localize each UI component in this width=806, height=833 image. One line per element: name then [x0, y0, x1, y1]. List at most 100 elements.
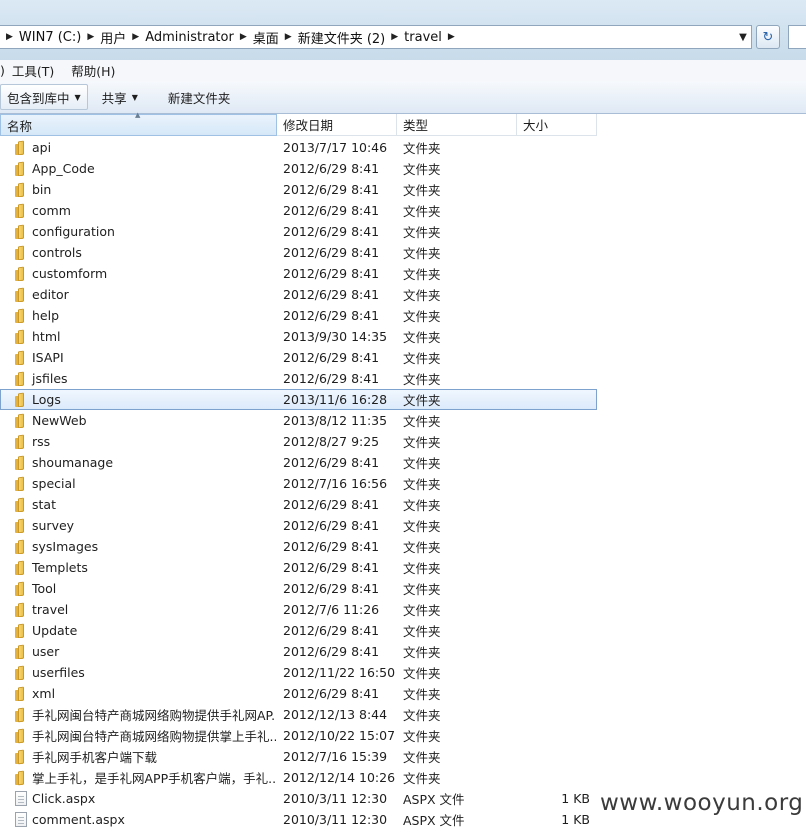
file-name-cell: jsfiles [14, 371, 276, 386]
file-name: xml [32, 686, 56, 701]
file-type: 文件夹 [403, 351, 441, 366]
breadcrumb-item[interactable]: ▶ 桌面 [234, 26, 279, 48]
new-folder-button[interactable]: 新建文件夹 [162, 84, 237, 110]
file-name: 手礼网闽台特产商城网络购物提供手礼网AP... [32, 708, 276, 723]
file-date: 2012/12/13 8:44 [283, 707, 388, 722]
file-row[interactable]: special 2012/7/16 16:56 文件夹 [0, 473, 806, 494]
breadcrumb-item[interactable]: ▶ 新建文件夹 (2) [279, 26, 385, 48]
file-row[interactable]: Logs 2013/11/6 16:28 文件夹 [0, 389, 597, 410]
file-name-cell: survey [14, 518, 276, 533]
breadcrumb-arrow-icon[interactable]: ▶ [234, 32, 253, 42]
file-row[interactable]: 手礼网手机客户端下载 2012/7/16 15:39 文件夹 [0, 746, 806, 767]
file-name: 手礼网手机客户端下载 [32, 750, 158, 765]
include-in-library-label: 包含到库中 [7, 90, 70, 106]
file-name: configuration [32, 224, 115, 239]
file-row[interactable]: jsfiles 2012/6/29 8:41 文件夹 [0, 368, 806, 389]
menu-help[interactable]: 帮助(H) [71, 61, 115, 80]
column-name[interactable]: ▲ 名称 [0, 111, 277, 136]
include-in-library-button[interactable]: 包含到库中 ▼ [0, 84, 88, 110]
file-date: 2013/7/17 10:46 [283, 140, 388, 155]
file-row[interactable]: 手礼网闽台特产商城网络购物提供掌上手礼... 2012/10/22 15:07 文件… [0, 725, 806, 746]
column-date[interactable]: 修改日期 [277, 114, 397, 136]
file-row[interactable]: NewWeb 2013/8/12 11:35 文件夹 [0, 410, 806, 431]
file-row[interactable]: App_Code 2012/6/29 8:41 文件夹 [0, 158, 806, 179]
file-row[interactable]: 手礼网闽台特产商城网络购物提供手礼网AP... 2012/12/13 8:44 文件… [0, 704, 806, 725]
file-row[interactable]: sysImages 2012/6/29 8:41 文件夹 [0, 536, 806, 557]
file-row[interactable]: customform 2012/6/29 8:41 文件夹 [0, 263, 806, 284]
file-date: 2013/8/12 11:35 [283, 413, 388, 428]
file-date: 2012/6/29 8:41 [283, 203, 380, 218]
column-type[interactable]: 类型 [397, 114, 517, 136]
folder-icon [14, 393, 28, 407]
file-row[interactable]: Update 2012/6/29 8:41 文件夹 [0, 620, 806, 641]
breadcrumb-label: 新建文件夹 (2) [297, 31, 386, 47]
share-button[interactable]: 共享 ▼ [96, 84, 144, 110]
file-type: ASPX 文件 [403, 813, 465, 828]
file-type: 文件夹 [403, 204, 441, 219]
breadcrumb-arrow-icon[interactable]: ▶ [442, 32, 461, 42]
breadcrumb-arrow-icon[interactable]: ▶ [126, 32, 145, 42]
file-name: shoumanage [32, 455, 114, 470]
breadcrumb-arrow-icon[interactable]: ▶ [385, 32, 404, 42]
file-type: 文件夹 [403, 372, 441, 387]
file-date: 2012/8/27 9:25 [283, 434, 380, 449]
file-name: userfiles [32, 665, 85, 680]
column-size[interactable]: 大小 [517, 114, 597, 136]
share-label: 共享 [101, 90, 127, 106]
file-row[interactable]: comm 2012/6/29 8:41 文件夹 [0, 200, 806, 221]
file-date: 2012/6/29 8:41 [283, 371, 380, 386]
search-input[interactable] [788, 25, 806, 49]
file-name-cell: help [14, 308, 276, 323]
breadcrumb-arrow-icon[interactable]: ▶ [81, 32, 100, 42]
refresh-icon[interactable]: ↻ [756, 25, 780, 49]
folder-icon [14, 246, 28, 260]
file-row[interactable]: stat 2012/6/29 8:41 文件夹 [0, 494, 806, 515]
file-name: customform [32, 266, 108, 281]
file-name-cell: user [14, 644, 276, 659]
file-row[interactable]: api 2013/7/17 10:46 文件夹 [0, 137, 806, 158]
breadcrumb-item[interactable]: ▶ Administrator [126, 26, 234, 48]
file-name-cell: Logs [14, 392, 276, 407]
file-row[interactable]: Tool 2012/6/29 8:41 文件夹 [0, 578, 806, 599]
folder-icon [14, 603, 28, 617]
breadcrumb-item[interactable]: ▶ WIN7 (C:) [0, 26, 81, 48]
folder-icon [14, 330, 28, 344]
file-type: 文件夹 [403, 246, 441, 261]
breadcrumb-arrow-icon[interactable]: ▶ [0, 32, 19, 42]
file-row[interactable]: bin 2012/6/29 8:41 文件夹 [0, 179, 806, 200]
file-date: 2012/6/29 8:41 [283, 266, 380, 281]
file-name-cell: Update [14, 623, 276, 638]
file-row[interactable]: survey 2012/6/29 8:41 文件夹 [0, 515, 806, 536]
file-row[interactable]: ISAPI 2012/6/29 8:41 文件夹 [0, 347, 806, 368]
menu-partial[interactable]: ) [0, 63, 5, 78]
file-row[interactable]: 掌上手礼，是手礼网APP手机客户端，手礼... 2012/12/14 10:26 文… [0, 767, 806, 788]
breadcrumb-item[interactable]: ▶ 用户 [81, 26, 126, 48]
file-date: 2012/6/29 8:41 [283, 623, 380, 638]
folder-icon [14, 309, 28, 323]
file-row[interactable]: editor 2012/6/29 8:41 文件夹 [0, 284, 806, 305]
file-row[interactable]: rss 2012/8/27 9:25 文件夹 [0, 431, 806, 452]
file-name: user [32, 644, 60, 659]
breadcrumb-label: WIN7 (C:) [18, 29, 82, 45]
file-name-cell: travel [14, 602, 276, 617]
file-row[interactable]: user 2012/6/29 8:41 文件夹 [0, 641, 806, 662]
file-row[interactable]: html 2013/9/30 14:35 文件夹 [0, 326, 806, 347]
file-row[interactable]: travel 2012/7/6 11:26 文件夹 [0, 599, 806, 620]
file-name: jsfiles [32, 371, 68, 386]
breadcrumb-item[interactable]: ▶ travel [385, 26, 442, 48]
file-date: 2012/10/22 15:07 [283, 728, 396, 743]
file-row[interactable]: controls 2012/6/29 8:41 文件夹 [0, 242, 806, 263]
file-name: comment.aspx [32, 812, 125, 827]
file-name-cell: configuration [14, 224, 276, 239]
address-bar[interactable]: ▶ WIN7 (C:) ▶ 用户 ▶ Administrator ▶ 桌面 ▶ 新建文件夹 (2)… [0, 25, 752, 49]
file-row[interactable]: shoumanage 2012/6/29 8:41 文件夹 [0, 452, 806, 473]
file-row[interactable]: configuration 2012/6/29 8:41 文件夹 [0, 221, 806, 242]
file-row[interactable]: xml 2012/6/29 8:41 文件夹 [0, 683, 806, 704]
file-row[interactable]: userfiles 2012/11/22 16:50 文件夹 [0, 662, 806, 683]
file-row[interactable]: help 2012/6/29 8:41 文件夹 [0, 305, 806, 326]
address-dropdown-icon[interactable]: ▼ [735, 28, 751, 46]
breadcrumb-arrow-icon[interactable]: ▶ [279, 32, 298, 42]
file-name-cell: 手礼网闽台特产商城网络购物提供手礼网AP... [14, 705, 276, 724]
file-row[interactable]: Templets 2012/6/29 8:41 文件夹 [0, 557, 806, 578]
menu-tools[interactable]: 工具(T) [12, 61, 54, 80]
